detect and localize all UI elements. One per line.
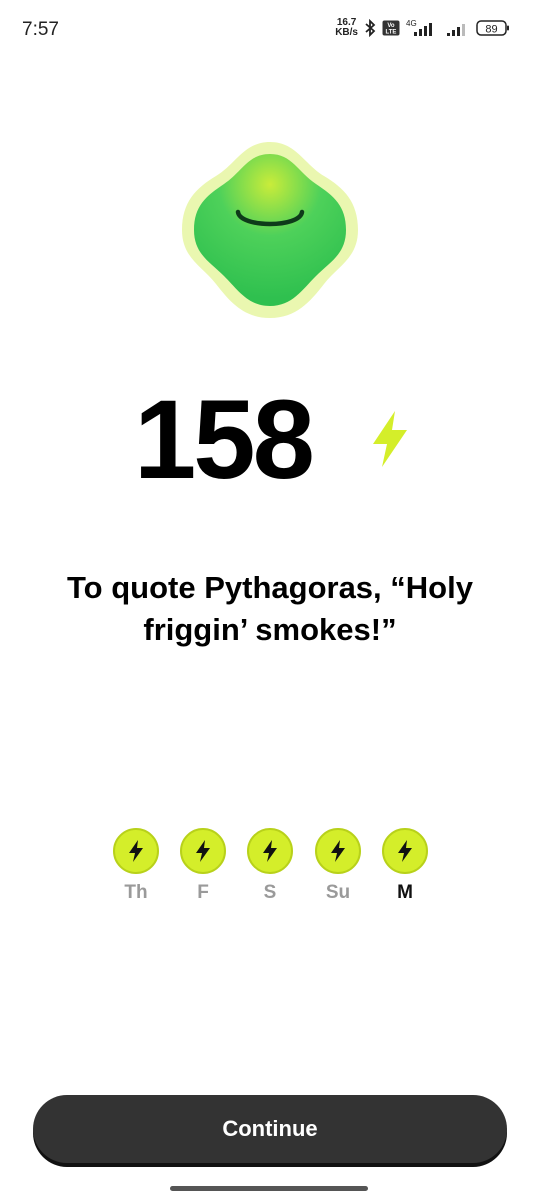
battery-icon: 89 (476, 19, 510, 37)
streak-day-friday: F (179, 828, 227, 904)
streak-day-label: F (197, 882, 209, 903)
lightning-bolt-icon (247, 828, 293, 874)
lightning-bolt-icon (315, 828, 361, 874)
streak-day-sunday: Su (314, 828, 362, 904)
network-type-label: 4G (406, 19, 417, 28)
status-bar: 7:57 16.7 KB/s Vo LTE 4G 89 (0, 0, 540, 60)
streak-day-saturday: S (246, 828, 294, 904)
status-icons: 16.7 KB/s Vo LTE 4G 89 (335, 18, 510, 38)
streak-day-label-current: M (397, 882, 413, 903)
svg-text:LTE: LTE (386, 30, 397, 36)
continue-button[interactable]: Continue (33, 1095, 507, 1163)
signal-sim2-icon (446, 19, 470, 37)
network-speed: 16.7 KB/s (335, 18, 358, 38)
streak-day-thursday: Th (112, 828, 160, 904)
battery-level: 89 (485, 24, 497, 36)
lightning-bolt-icon (369, 410, 411, 473)
message-line-1: To quote Pythagoras, “Holy (67, 570, 473, 605)
streak-day-monday: M (381, 828, 429, 904)
score-row: 158 (0, 377, 540, 502)
network-speed-unit: KB/s (335, 27, 358, 38)
volte-icon: Vo LTE (382, 20, 400, 36)
svg-text:Vo: Vo (387, 23, 395, 29)
lightning-bolt-icon (382, 828, 428, 874)
message-line-2: friggin’ smokes!” (143, 612, 397, 647)
status-time: 7:57 (22, 19, 59, 40)
streak-days: Th F S Su M (112, 828, 432, 908)
home-indicator[interactable] (170, 1186, 368, 1191)
bluetooth-icon (364, 19, 376, 37)
smiling-green-blob-icon (182, 142, 358, 318)
celebration-message: To quote Pythagoras, “Holy friggin’ smok… (30, 567, 510, 651)
streak-day-label: S (263, 882, 277, 903)
score-value: 158 (134, 377, 315, 502)
streak-day-label: Su (325, 882, 351, 903)
signal-4g-icon: 4G (406, 19, 440, 37)
lightning-bolt-icon (180, 828, 226, 874)
streak-day-label: Th (124, 882, 148, 903)
lightning-bolt-icon (113, 828, 159, 874)
mascot (180, 140, 360, 320)
